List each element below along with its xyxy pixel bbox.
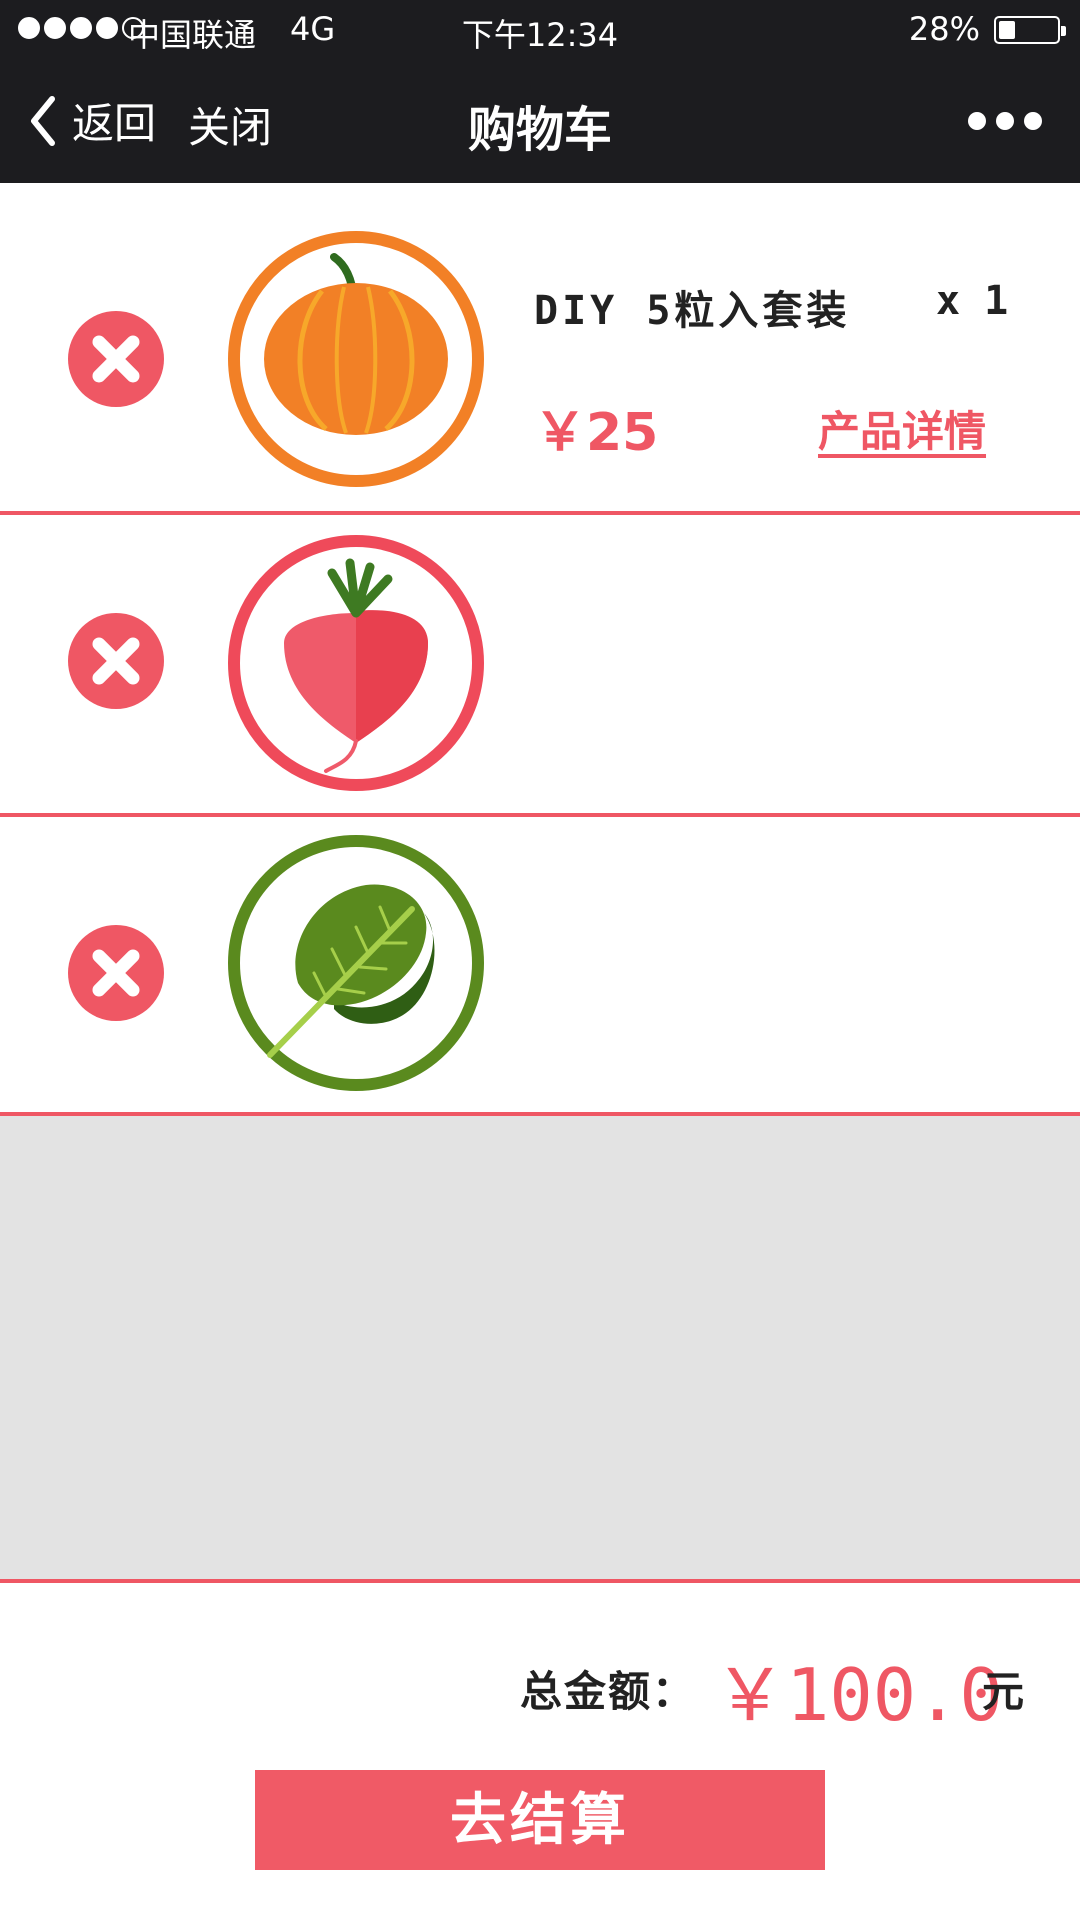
- cart-item: [0, 817, 1080, 1116]
- navigation-bar: 返回 关闭 购物车: [0, 70, 1080, 170]
- product-image[interactable]: [226, 833, 486, 1093]
- more-button[interactable]: [968, 112, 1042, 130]
- top-bar: 中国联通 4G 下午12:34 28% 返回 关闭 购物车: [0, 0, 1080, 183]
- close-icon: [92, 637, 140, 685]
- cart-item: [0, 515, 1080, 817]
- remove-item-button[interactable]: [68, 613, 164, 709]
- cart-item: [0, 183, 1080, 515]
- product-image[interactable]: [226, 533, 486, 793]
- remove-item-button[interactable]: [68, 311, 164, 407]
- more-dots-icon: [968, 112, 986, 130]
- product-image[interactable]: [226, 229, 486, 489]
- battery-icon: [994, 16, 1066, 44]
- status-bar: 中国联通 4G 下午12:34 28%: [0, 0, 1080, 60]
- remove-item-button[interactable]: [68, 925, 164, 1021]
- total-label: 总金额：: [520, 1667, 697, 1716]
- pumpkin-icon: [228, 231, 484, 487]
- page-title: 购物车: [467, 102, 612, 158]
- product-detail-link[interactable]: 产品详情: [818, 398, 986, 459]
- checkout-button[interactable]: 去结算: [255, 1770, 825, 1870]
- total-unit: 元: [982, 1667, 1025, 1716]
- battery-percent: 28%: [908, 10, 980, 48]
- total-amount: ￥100.0: [714, 1653, 1003, 1737]
- radish-icon: [228, 535, 484, 791]
- empty-cart-area: [0, 1116, 1080, 1583]
- battery-level: [999, 21, 1015, 39]
- close-icon: [92, 949, 140, 997]
- leafy-greens-icon: [228, 835, 484, 1091]
- product-price: ￥25: [534, 403, 659, 463]
- close-icon: [92, 335, 140, 383]
- product-name: DIY 5粒入套装: [534, 288, 851, 334]
- product-quantity: x 1: [936, 278, 1009, 324]
